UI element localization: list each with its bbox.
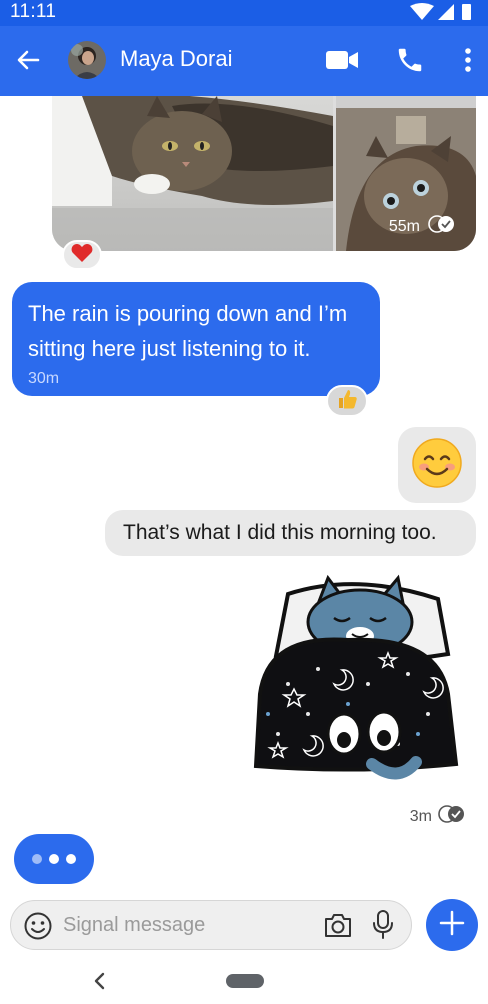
incoming-message-text: The rain is pouring down and I’m sitting… xyxy=(28,301,348,361)
typing-dot xyxy=(49,854,59,864)
read-receipt-icon xyxy=(428,214,456,239)
status-time: 11:11 xyxy=(10,1,57,22)
conversation-screen: 11:11 Maya Dorai 55m The rain is pouring… xyxy=(0,0,488,1004)
smiling-face-emoji xyxy=(411,437,463,494)
outgoing-message-bubble[interactable]: That’s what I did this morning too. xyxy=(105,510,476,556)
typing-indicator xyxy=(14,834,94,884)
read-receipt-icon xyxy=(438,804,466,829)
typing-dot xyxy=(66,854,76,864)
heart-reaction[interactable] xyxy=(62,240,102,270)
media-time: 55m xyxy=(388,217,420,235)
thumbs-up-icon xyxy=(336,388,358,415)
sticker-meta: 3m xyxy=(410,804,466,829)
heart-icon xyxy=(71,243,93,268)
outgoing-emoji-bubble[interactable] xyxy=(398,427,476,503)
plus-icon xyxy=(438,909,466,942)
message-composer xyxy=(10,900,412,950)
message-input[interactable] xyxy=(63,909,303,941)
incoming-message-time: 30m xyxy=(28,370,60,387)
phone-icon[interactable] xyxy=(390,40,430,80)
sleeping-cat-sticker[interactable] xyxy=(248,574,464,784)
camera-icon[interactable] xyxy=(323,911,353,944)
typing-dot xyxy=(32,854,42,864)
nav-back-icon[interactable] xyxy=(90,970,110,997)
sticker-time: 3m xyxy=(409,807,432,825)
attach-plus-button[interactable] xyxy=(426,899,478,951)
back-arrow-icon[interactable] xyxy=(8,40,48,80)
contact-name[interactable]: Maya Dorai xyxy=(120,46,232,72)
incoming-message-bubble[interactable]: The rain is pouring down and I’m sitting… xyxy=(12,282,380,396)
emoji-icon[interactable] xyxy=(23,911,53,946)
mic-icon[interactable] xyxy=(371,909,395,946)
system-status-icons xyxy=(408,3,474,26)
media-meta: 55m xyxy=(389,214,456,239)
status-bar: 11:11 xyxy=(0,0,488,26)
video-call-icon[interactable] xyxy=(322,40,362,80)
cat-photo-1[interactable] xyxy=(52,96,333,251)
thumbs-up-reaction[interactable] xyxy=(326,385,368,417)
contact-avatar[interactable] xyxy=(68,41,106,79)
system-navigation-bar xyxy=(0,958,488,1004)
outgoing-message-text: That’s what I did this morning too. xyxy=(123,521,437,544)
more-icon[interactable] xyxy=(448,40,488,80)
home-pill[interactable] xyxy=(226,974,264,988)
conversation-header: Maya Dorai xyxy=(0,26,488,96)
media-message[interactable]: 55m xyxy=(52,96,476,251)
